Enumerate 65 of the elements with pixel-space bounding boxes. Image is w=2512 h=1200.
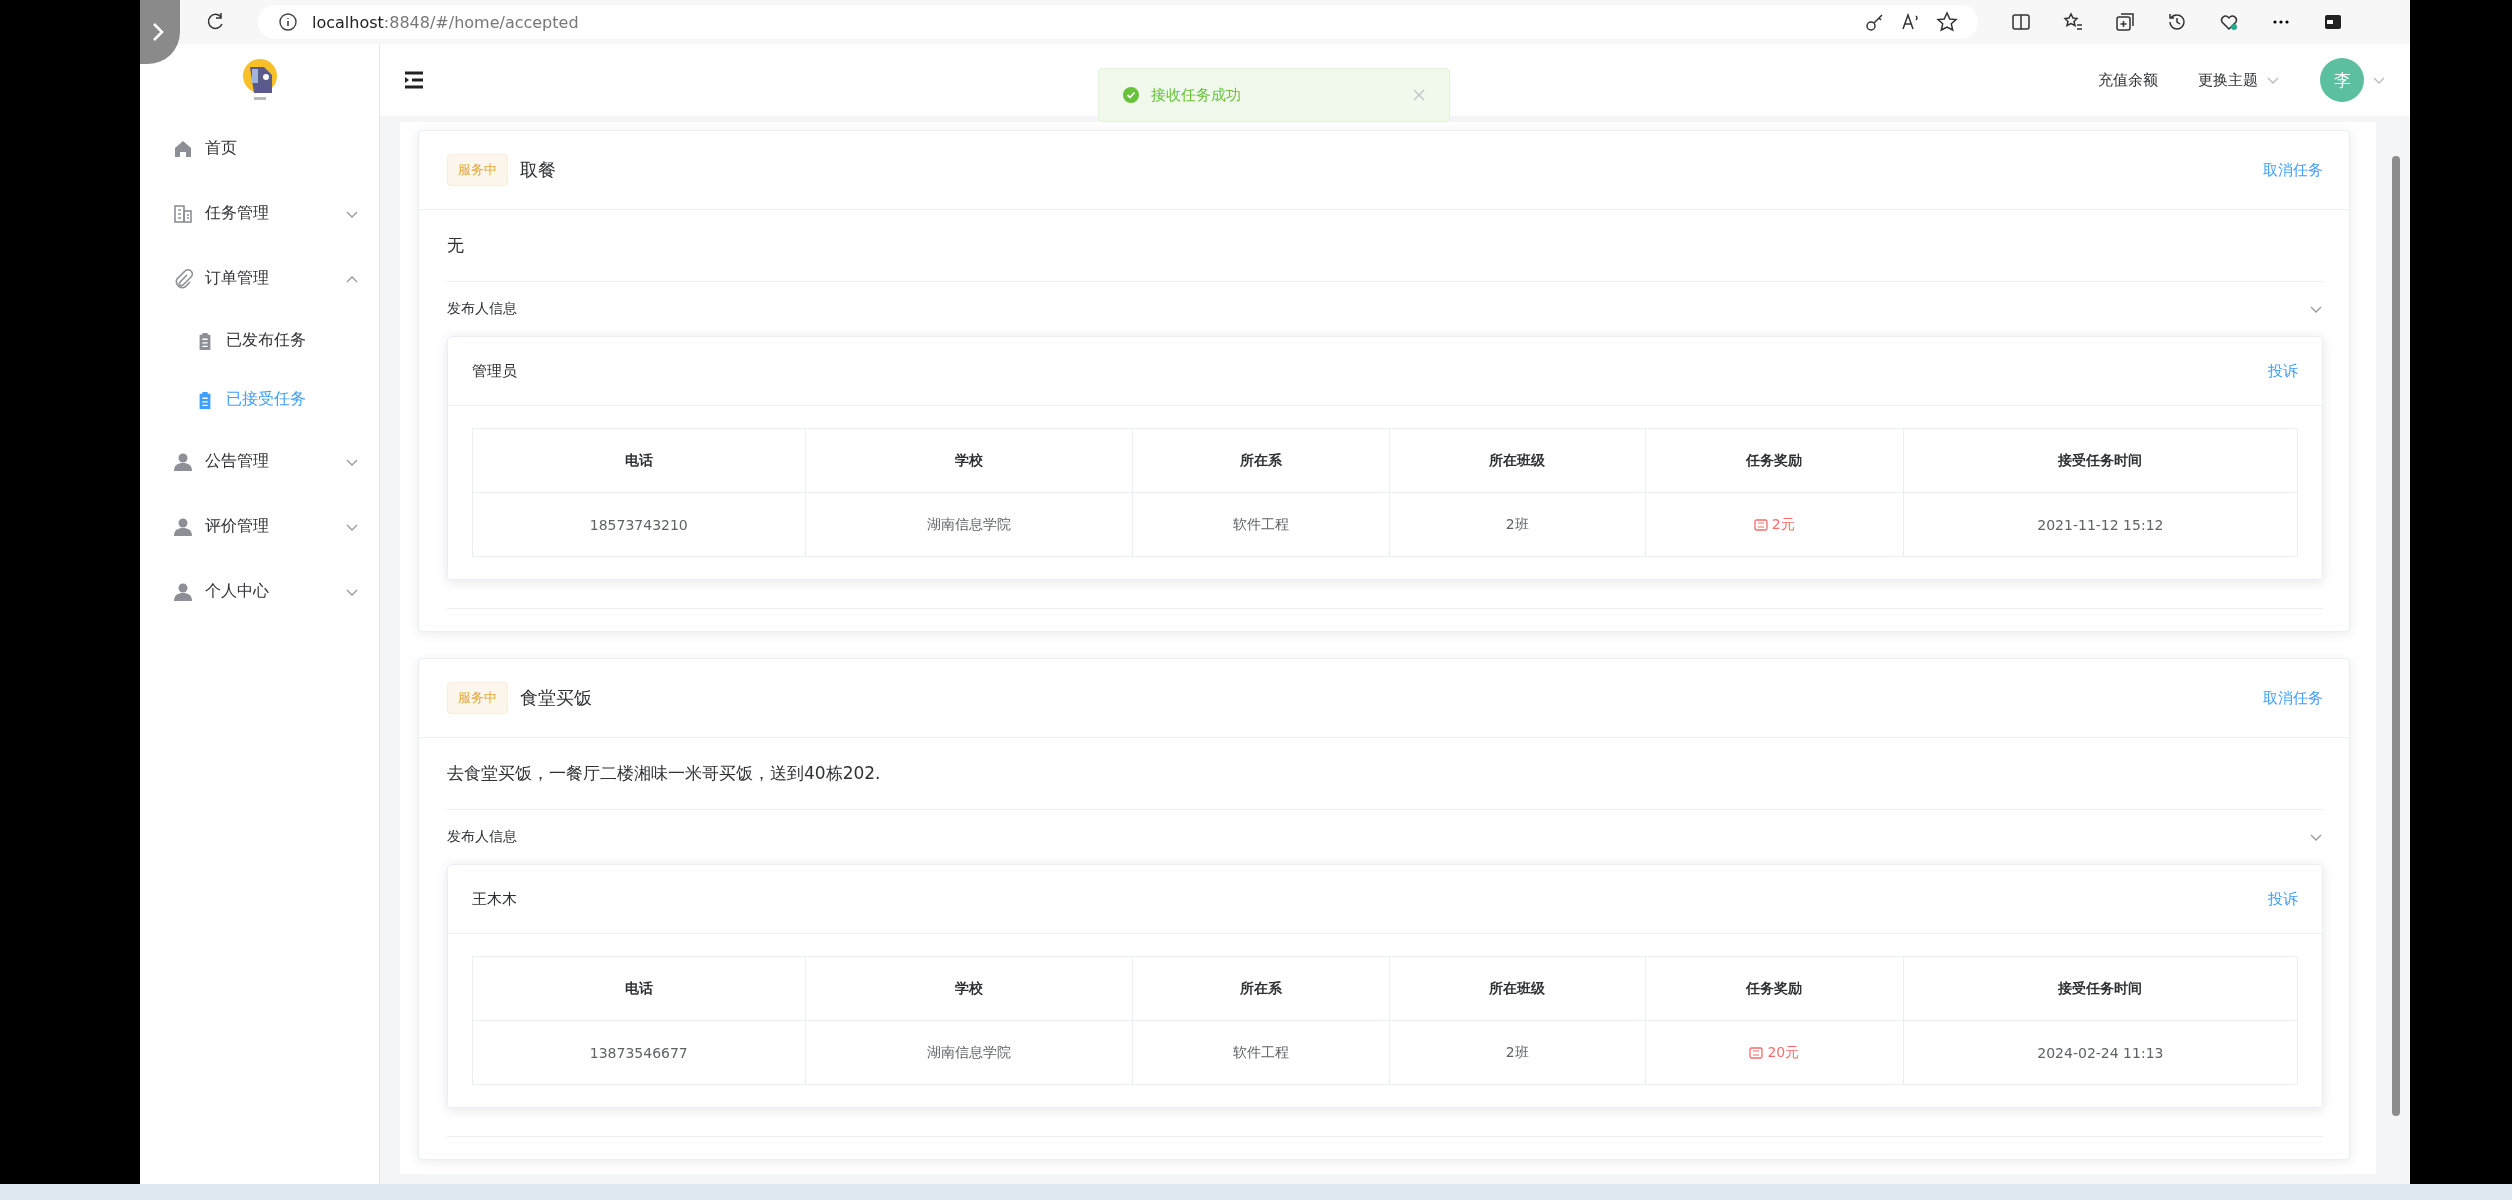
building-icon [173,203,193,224]
task-description: 无 [447,210,2323,282]
nav-item[interactable]: 订单管理 [140,246,379,311]
header-link[interactable]: 更换主题 [2198,70,2280,90]
column-header: 所在系 [1133,429,1390,493]
success-icon [1123,87,1139,103]
table-cell: 2班 [1389,1021,1646,1085]
task-title: 取餐 [520,158,557,182]
status-tag: 服务中 [447,682,508,714]
table-cell: 湖南信息学院 [805,493,1134,557]
table-cell: 2024-02-24 11:13 [1903,1021,2298,1085]
publisher-collapse-header[interactable]: 发布人信息 [447,810,2323,864]
header-link[interactable]: 充值余额 [2098,70,2158,90]
user-icon [173,451,193,472]
info-icon[interactable] [278,12,298,32]
column-header: 所在班级 [1389,429,1646,493]
nav-item[interactable]: 个人中心 [140,559,379,624]
nav-item[interactable]: 首页 [140,116,379,181]
publisher-name: 管理员 [472,361,517,381]
column-header: 学校 [805,957,1134,1021]
nav-subitem[interactable]: 已发布任务 [140,311,379,370]
user-icon [173,581,193,602]
history-icon[interactable] [2166,11,2188,33]
column-header: 接受任务时间 [1903,957,2298,1021]
paperclip-icon [173,268,193,289]
split-screen-icon[interactable] [2010,11,2032,33]
nav-item[interactable]: 公告管理 [140,429,379,494]
status-tag: 服务中 [447,154,508,186]
coupon-icon [1753,518,1768,531]
table-cell: 18573743210 [473,493,806,557]
key-icon[interactable] [1864,11,1886,33]
column-header: 所在班级 [1389,957,1646,1021]
sidebar-toggle-icon[interactable] [140,0,180,64]
toast-message: 接收任务成功 [1151,85,1242,105]
column-header: 学校 [805,429,1134,493]
nav-item[interactable]: 任务管理 [140,181,379,246]
table-cell: 2班 [1389,493,1646,557]
publisher-name: 王木木 [472,889,517,909]
table-cell: 13873546677 [473,1021,806,1085]
column-header: 所在系 [1133,957,1390,1021]
scrollbar-thumb[interactable] [2392,156,2400,1116]
table-cell: 湖南信息学院 [805,1021,1134,1085]
table-cell: 软件工程 [1133,493,1390,557]
url-text: localhost:8848/#/home/accepted [312,12,579,32]
nav-item[interactable]: 评价管理 [140,494,379,559]
user-icon [173,516,193,537]
menu-icon[interactable] [404,71,424,89]
column-header: 任务奖励 [1645,429,1904,493]
column-header: 电话 [473,957,806,1021]
coupon-icon [1749,1046,1764,1059]
reward-cell: 20元 [1645,1021,1904,1085]
reward-cell: 2元 [1645,493,1904,557]
table-cell: 软件工程 [1133,1021,1390,1085]
table-cell: 2021-11-12 15:12 [1903,493,2298,557]
column-header: 电话 [473,429,806,493]
address-bar[interactable]: localhost:8848/#/home/accepted [258,5,1978,39]
column-header: 任务奖励 [1645,957,1904,1021]
publisher-collapse-header[interactable]: 发布人信息 [447,282,2323,336]
task-title: 食堂买饭 [520,686,593,710]
column-header: 接受任务时间 [1903,429,2298,493]
home-icon [173,138,193,159]
favorites-icon[interactable] [2062,11,2084,33]
task-description: 去食堂买饭，一餐厅二楼湘味一米哥买饭，送到40栋202. [447,738,2323,810]
star-icon[interactable] [1936,11,1958,33]
collections-icon[interactable] [2114,11,2136,33]
